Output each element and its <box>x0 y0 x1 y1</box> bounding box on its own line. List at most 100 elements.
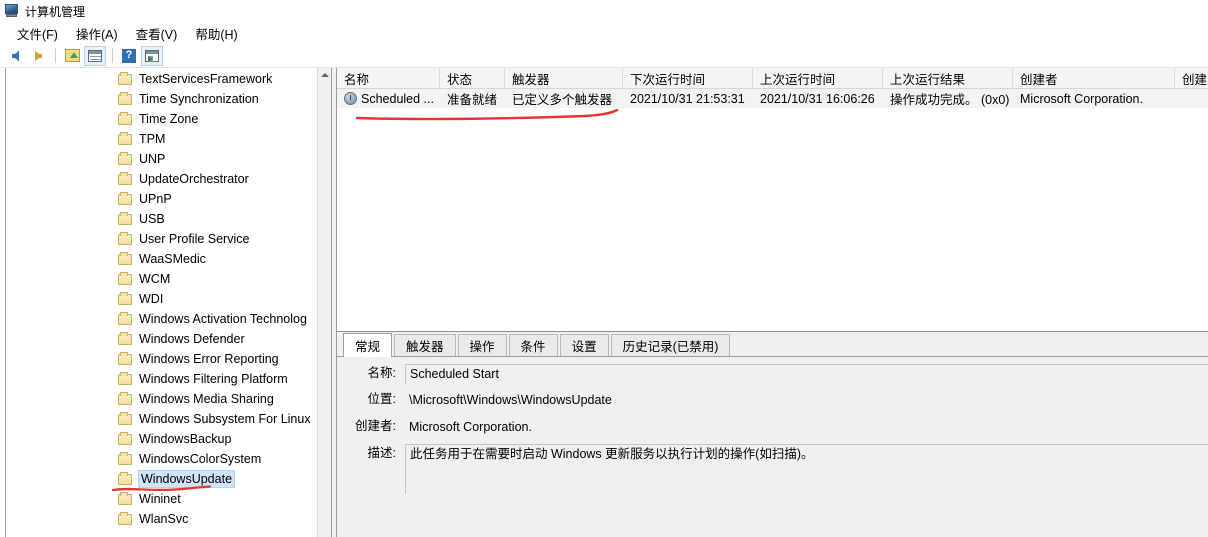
field-value: \Microsoft\Windows\WindowsUpdate <box>409 393 612 407</box>
show-hide-tree-icon <box>88 49 102 62</box>
tree-item-waasmedic[interactable]: WaaSMedic <box>6 249 317 269</box>
scrollbar-up-button[interactable] <box>318 68 331 82</box>
column-header-label: 创建时间 <box>1182 72 1208 87</box>
task-cell-text: 已定义多个触发器 <box>512 93 613 107</box>
folder-icon <box>118 71 132 85</box>
column-header-label: 下次运行时间 <box>630 72 706 87</box>
tree-item-label: Windows Subsystem For Linux <box>139 412 311 426</box>
menu-file[interactable]: 文件(F) <box>8 22 67 45</box>
task-properties-pane: 常规 触发器 操作 条件 设置 历史记录(已禁用) 名称: Scheduled Start 位… <box>337 332 1208 537</box>
menu-bar: 文件(F) 操作(A) 查看(V) 帮助(H) <box>0 22 1208 44</box>
tree-item-user-profile-service[interactable]: User Profile Service <box>6 229 317 249</box>
task-cell-text: Microsoft Corporation. <box>1020 91 1143 106</box>
tree-item-windows-defender[interactable]: Windows Defender <box>6 329 317 349</box>
tree-item-label: TextServicesFramework <box>139 72 273 86</box>
tree-item-windows-error-reporting[interactable]: Windows Error Reporting <box>6 349 317 369</box>
task-properties-tabs: 常规 触发器 操作 条件 设置 历史记录(已禁用) <box>337 332 1208 357</box>
tree-item-time-zone[interactable]: Time Zone <box>6 109 317 129</box>
column-header-0[interactable]: 名称 <box>337 68 440 88</box>
tree-item-windows-subsystem-for-linux[interactable]: Windows Subsystem For Linux <box>6 409 317 429</box>
menu-view[interactable]: 查看(V) <box>127 22 187 45</box>
menu-action[interactable]: 操作(A) <box>67 22 127 45</box>
column-header-3[interactable]: 下次运行时间 <box>623 68 753 88</box>
field-label: 位置: <box>367 392 396 406</box>
field-value[interactable]: Scheduled Start <box>405 364 1208 384</box>
column-header-label: 状态 <box>447 72 473 87</box>
tree-item-windows-filtering-platform[interactable]: Windows Filtering Platform <box>6 369 317 389</box>
task-cell-created <box>1175 89 1208 108</box>
tree-item-label: WaaSMedic <box>139 252 206 266</box>
tree-item-windows-media-sharing[interactable]: Windows Media Sharing <box>6 389 317 409</box>
folder-icon <box>118 131 132 145</box>
column-header-7[interactable]: 创建时间 <box>1175 68 1208 88</box>
column-header-5[interactable]: 上次运行结果 <box>883 68 1013 88</box>
column-header-2[interactable]: 触发器 <box>505 68 623 88</box>
tree-item-updateorchestrator[interactable]: UpdateOrchestrator <box>6 169 317 189</box>
tree-item-windowscolorsystem[interactable]: WindowsColorSystem <box>6 449 317 469</box>
tree-item-label: TPM <box>139 132 166 146</box>
help-button[interactable]: ? <box>118 46 140 66</box>
scheduled-task-clock-icon <box>344 92 357 105</box>
task-cell-status: 准备就绪 <box>440 89 505 108</box>
task-row[interactable]: Scheduled ... 准备就绪 已定义多个触发器 2021/10/31 21:5… <box>337 89 1208 108</box>
folder-icon <box>118 431 132 445</box>
computer-management-icon <box>4 3 20 19</box>
field-label: 名称: <box>367 366 396 380</box>
tab-0[interactable]: 常规 <box>343 333 393 357</box>
console-tree-pane: TextServicesFramework Time Synchronizatio… <box>5 68 331 537</box>
menu-file-label: 文件(F) <box>17 27 58 42</box>
folder-icon <box>118 391 132 405</box>
console-tree-list[interactable]: TextServicesFramework Time Synchronizatio… <box>6 68 317 537</box>
task-cell-next_run: 2021/10/31 21:53:31 <box>623 89 753 108</box>
field-label: 描述: <box>367 446 396 460</box>
tree-item-label: WDI <box>139 292 164 306</box>
tree-item-upnp[interactable]: UPnP <box>6 189 317 209</box>
column-header-label: 名称 <box>344 72 370 87</box>
folder-icon <box>118 251 132 265</box>
tab-2[interactable]: 操作 <box>457 334 507 356</box>
field-row-3: 描述: 此任务用于在需要时启动 Windows 更新服务以执行计划的操作(如扫描)… <box>337 444 1208 494</box>
back-button[interactable] <box>4 46 26 66</box>
tree-item-unp[interactable]: UNP <box>6 149 317 169</box>
tree-item-label: Windows Error Reporting <box>139 352 279 366</box>
tab-label: 设置 <box>571 340 597 354</box>
tab-3[interactable]: 条件 <box>508 334 558 356</box>
folder-icon <box>118 151 132 165</box>
tree-item-label: Windows Defender <box>139 332 245 346</box>
tab-4[interactable]: 设置 <box>559 334 609 356</box>
forward-button[interactable] <box>27 46 49 66</box>
tree-item-windowsbackup[interactable]: WindowsBackup <box>6 429 317 449</box>
tree-item-label: UpdateOrchestrator <box>139 172 249 186</box>
forward-arrow-icon <box>34 50 42 61</box>
task-list: 名称 状态 触发器 下次运行时间 上次运行时间 上次运行结果 创建者 创建时间 Schedul… <box>337 68 1208 332</box>
task-cell-text: 操作成功完成。 (0x0) <box>890 93 1010 107</box>
tree-item-time-synchronization[interactable]: Time Synchronization <box>6 89 317 109</box>
task-cell-triggers: 已定义多个触发器 <box>505 89 623 108</box>
tree-item-textservicesframework[interactable]: TextServicesFramework <box>6 69 317 89</box>
tree-vertical-scrollbar[interactable] <box>317 68 331 537</box>
column-header-4[interactable]: 上次运行时间 <box>753 68 883 88</box>
folder-icon <box>118 171 132 185</box>
up-one-level-button[interactable] <box>61 46 83 66</box>
tree-item-windows-activation-technolog[interactable]: Windows Activation Technolog <box>6 309 317 329</box>
tree-item-wlansvc[interactable]: WlanSvc <box>6 509 317 529</box>
column-header-6[interactable]: 创建者 <box>1013 68 1175 88</box>
tab-5[interactable]: 历史记录(已禁用) <box>610 334 731 356</box>
column-header-1[interactable]: 状态 <box>440 68 505 88</box>
folder-icon <box>118 491 132 505</box>
show-hide-console-tree-button[interactable] <box>84 45 106 66</box>
tab-1[interactable]: 触发器 <box>394 334 456 356</box>
annotation-underline-task-row <box>355 109 619 121</box>
folder-icon <box>118 451 132 465</box>
show-action-pane-button[interactable] <box>141 45 163 66</box>
tab-label: 操作 <box>469 340 495 354</box>
tree-item-usb[interactable]: USB <box>6 209 317 229</box>
field-value[interactable]: 此任务用于在需要时启动 Windows 更新服务以执行计划的操作(如扫描)。 <box>405 444 1208 494</box>
tree-item-tpm[interactable]: TPM <box>6 129 317 149</box>
tree-item-wdi[interactable]: WDI <box>6 289 317 309</box>
tree-item-wcm[interactable]: WCM <box>6 269 317 289</box>
task-list-body[interactable]: Scheduled ... 准备就绪 已定义多个触发器 2021/10/31 21:5… <box>337 89 1208 331</box>
folder-icon <box>118 211 132 225</box>
tree-item-label: UPnP <box>139 192 172 206</box>
menu-help[interactable]: 帮助(H) <box>186 22 246 45</box>
